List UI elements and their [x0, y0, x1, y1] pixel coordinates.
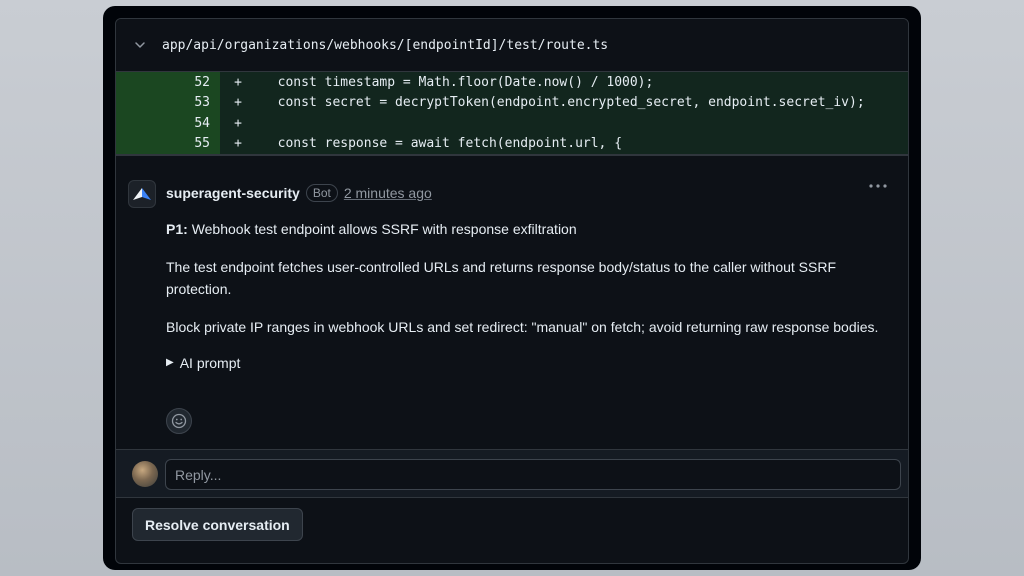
code-text: const secret = decryptToken(endpoint.enc…	[262, 95, 865, 111]
more-options-icon[interactable]	[866, 178, 890, 194]
code-text: const response = await fetch(endpoint.ur…	[262, 136, 623, 152]
superagent-logo-icon	[133, 188, 151, 200]
comment-body: P1: Webhook test endpoint allows SSRF wi…	[166, 218, 896, 374]
ai-prompt-toggle[interactable]: ▶ AI prompt	[166, 352, 896, 374]
file-path[interactable]: app/api/organizations/webhooks/[endpoint…	[162, 38, 608, 53]
comment-author[interactable]: superagent-security	[166, 185, 300, 201]
diff-line: 52 + const timestamp = Math.floor(Date.n…	[116, 72, 908, 93]
ai-prompt-label: AI prompt	[179, 355, 241, 371]
diff-sign: +	[234, 95, 242, 111]
line-number[interactable]: 52	[116, 72, 220, 93]
diff-line: 55 + const response = await fetch(endpoi…	[116, 133, 908, 154]
user-avatar[interactable]	[132, 461, 158, 487]
line-number[interactable]: 53	[116, 92, 220, 113]
line-number[interactable]: 54	[116, 113, 220, 134]
resolve-conversation-button[interactable]: Resolve conversation	[132, 508, 303, 541]
chevron-down-icon[interactable]	[132, 37, 148, 53]
add-reaction-button[interactable]	[166, 408, 192, 434]
diff-sign: +	[234, 136, 242, 152]
comment-timestamp[interactable]: 2 minutes ago	[344, 185, 432, 201]
review-window: app/api/organizations/webhooks/[endpoint…	[103, 6, 921, 570]
comment-paragraph: Block private IP ranges in webhook URLs …	[166, 319, 879, 335]
diff-line: 53 + const secret = decryptToken(endpoin…	[116, 92, 908, 113]
diff-line: 54 +	[116, 113, 908, 134]
comment-title-text: Webhook test endpoint allows SSRF with r…	[191, 221, 577, 237]
comment-title: P1: Webhook test endpoint allows SSRF wi…	[166, 218, 896, 240]
diff-sign: +	[234, 74, 242, 90]
bot-badge: Bot	[305, 184, 338, 202]
smiley-icon	[171, 413, 187, 429]
review-comment: superagent-security Bot 2 minutes ago P1…	[116, 156, 908, 450]
code-text: const timestamp = Math.floor(Date.now() …	[262, 74, 654, 90]
priority-label: P1:	[166, 221, 188, 237]
reply-row	[116, 450, 908, 498]
comment-meta: superagent-security Bot 2 minutes ago	[166, 184, 432, 202]
bot-avatar[interactable]	[128, 180, 156, 208]
reply-input[interactable]	[165, 459, 901, 490]
diff-hunk: 52 + const timestamp = Math.floor(Date.n…	[116, 72, 908, 154]
diff-sign: +	[234, 115, 242, 131]
line-number[interactable]: 55	[116, 133, 220, 154]
file-header[interactable]: app/api/organizations/webhooks/[endpoint…	[116, 19, 908, 72]
review-thread-panel: app/api/organizations/webhooks/[endpoint…	[115, 18, 909, 564]
disclosure-triangle-icon: ▶	[166, 357, 174, 368]
comment-paragraph: The test endpoint fetches user-controlle…	[166, 259, 837, 297]
